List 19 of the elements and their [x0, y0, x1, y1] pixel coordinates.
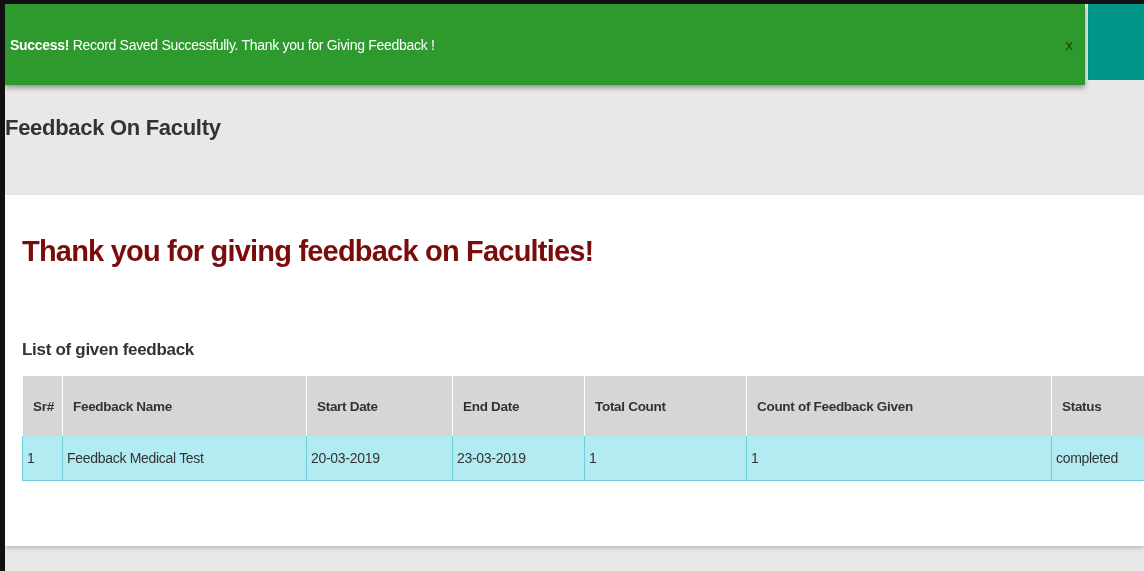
column-header: Sr#	[22, 376, 63, 436]
list-heading: List of given feedback	[22, 340, 194, 360]
thank-you-heading: Thank you for giving feedback on Faculties!	[22, 235, 594, 268]
close-button[interactable]: x	[1065, 36, 1073, 53]
table-cell: completed	[1051, 436, 1144, 481]
column-header: Count of Feedback Given	[746, 376, 1052, 436]
table-cell: 1	[584, 436, 747, 481]
column-header: Total Count	[584, 376, 747, 436]
alert-message: Success! Record Saved Successfully. Thank you for Giving Feedback !	[10, 36, 435, 53]
column-header: End Date	[452, 376, 585, 436]
column-header: Status	[1051, 376, 1144, 436]
table-cell: 20-03-2019	[306, 436, 453, 481]
column-header: Start Date	[306, 376, 453, 436]
column-header: Feedback Name	[62, 376, 307, 436]
table-cell: Feedback Medical Test	[62, 436, 307, 481]
table-cell: 23-03-2019	[452, 436, 585, 481]
table-cell: 1	[746, 436, 1052, 481]
page-title: Feedback On Faculty	[5, 115, 221, 141]
table-cell: 1	[22, 436, 63, 481]
